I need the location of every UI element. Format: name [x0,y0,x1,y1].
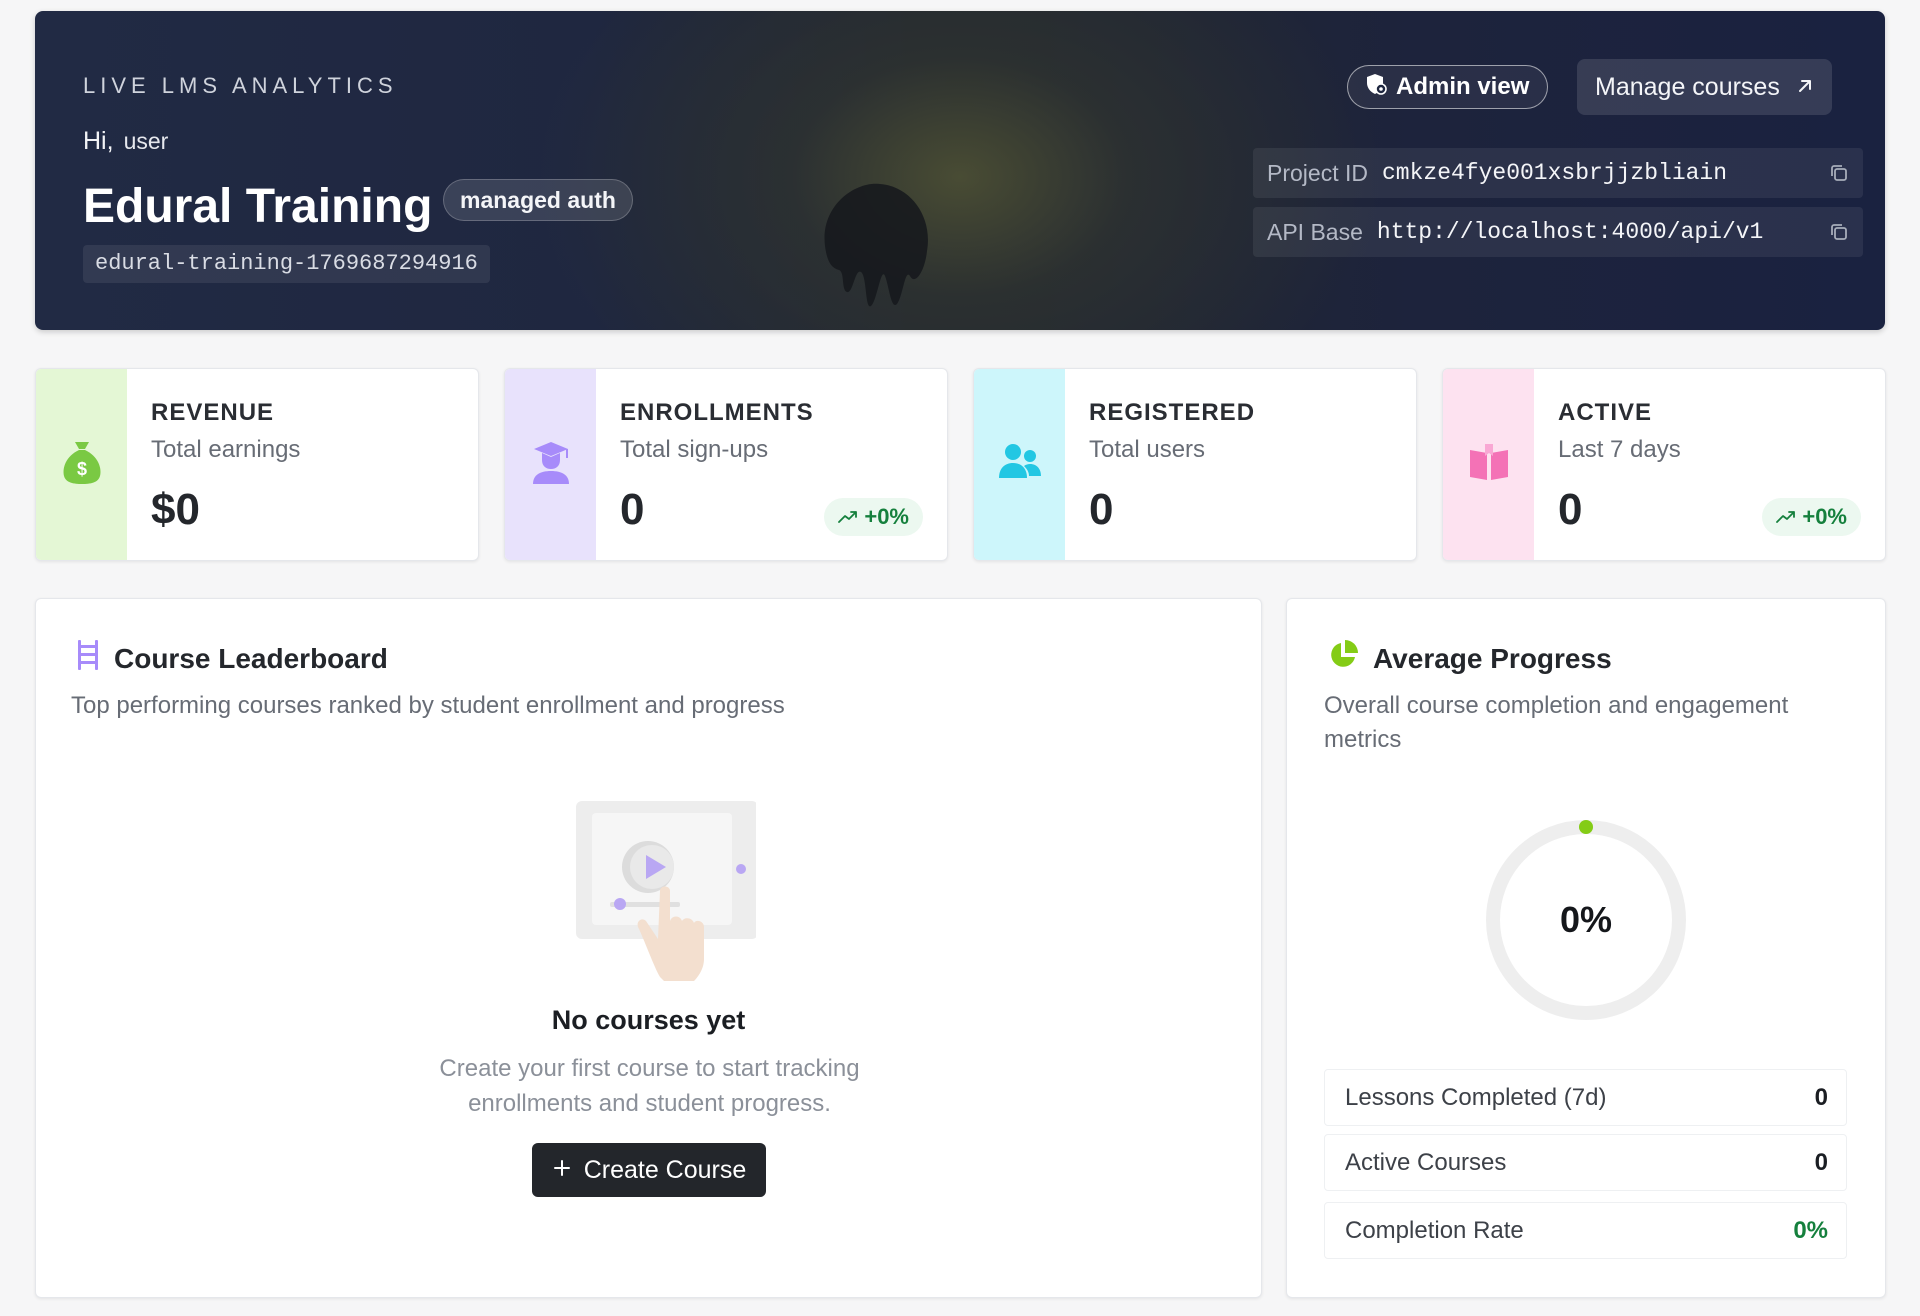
manage-courses-button[interactable]: Manage courses [1577,59,1832,115]
progress-header: Average Progress [1327,639,1612,678]
trend-badge: +0% [1762,498,1861,536]
trend-badge: +0% [824,498,923,536]
stat-value: 0 [1089,485,1114,534]
manage-courses-label: Manage courses [1595,72,1780,101]
admin-view-label: Admin view [1396,73,1530,100]
progress-title: Average Progress [1373,642,1612,674]
users-icon [998,442,1042,487]
metric-row: Completion Rate 0% [1324,1202,1847,1259]
stat-band: $ [36,369,127,560]
trend-value: +0% [1802,504,1847,529]
metric-value: 0 [1814,1148,1828,1176]
project-id-label: Project ID [1267,159,1368,186]
trend-value: +0% [864,504,909,529]
stat-title: ENROLLMENTS [620,399,814,426]
empty-state-title: No courses yet [551,1005,746,1035]
leaderboard-header: Course Leaderboard [76,639,388,678]
stat-card-revenue: $ REVENUE Total earnings $0 [35,368,479,561]
stat-subtitle: Total users [1089,436,1206,463]
shield-icon [1364,72,1388,103]
create-course-button[interactable]: Create Course [532,1143,766,1197]
metric-label: Completion Rate [1345,1216,1524,1244]
book-icon [1468,442,1510,487]
api-base-label: API Base [1267,218,1363,245]
empty-courses-illustration [556,799,758,984]
ladder-icon [76,639,100,678]
stat-title: REGISTERED [1089,399,1256,426]
auth-badge: managed auth [443,179,633,221]
metric-label: Lessons Completed (7d) [1345,1083,1607,1111]
copy-icon[interactable] [1829,163,1849,183]
stat-value: 0 [1558,485,1583,534]
course-leaderboard-panel: Course Leaderboard Top performing course… [35,598,1262,1298]
stat-card-registered: REGISTERED Total users 0 [973,368,1417,561]
project-id-value: cmkze4fye001xsbrjjzbliain [1381,160,1728,186]
hero-kicker: LIVE LMS ANALYTICS [83,73,398,98]
stat-subtitle: Total sign-ups [620,436,769,463]
greeting-text: Hi, [83,127,114,155]
stat-card-active: ACTIVE Last 7 days 0 +0% [1442,368,1886,561]
progress-description: Overall course completion and engagement… [1324,692,1789,753]
admin-view-button[interactable]: Admin view [1347,65,1549,109]
leaderboard-description: Top performing courses ranked by student… [71,692,785,719]
project-title: Edural Training [83,180,433,233]
stat-title: REVENUE [151,399,275,426]
money-bag-icon: $ [60,438,104,491]
stat-subtitle: Total earnings [151,436,301,463]
api-base-value: http://localhost:4000/api/v1 [1376,219,1764,245]
pie-chart-icon [1327,639,1359,678]
stat-subtitle: Last 7 days [1558,436,1681,463]
api-base-row: API Base http://localhost:4000/api/v1 [1253,207,1863,257]
stat-value: 0 [620,485,645,534]
project-id-row: Project ID cmkze4fye001xsbrjjzbliain [1253,148,1863,198]
graduate-icon [530,440,572,489]
leaderboard-title: Course Leaderboard [114,642,388,674]
empty-state-text: Create your first course to start tracki… [439,1055,860,1117]
username: user [123,128,169,154]
stat-band [1443,369,1534,560]
stat-card-enrollments: ENROLLMENTS Total sign-ups 0 +0% [504,368,948,561]
trending-up-icon [1776,504,1796,530]
stat-band [505,369,596,560]
copy-icon[interactable] [1829,222,1849,242]
metric-value: 0 [1814,1083,1828,1111]
plus-icon [552,1156,572,1185]
project-slug: edural-training-1769687294916 [83,245,490,283]
stat-title: ACTIVE [1558,399,1653,426]
metric-row: Lessons Completed (7d) 0 [1324,1069,1847,1126]
progress-percent: 0% [1559,899,1613,940]
stat-band [974,369,1065,560]
hero-banner: LIVE LMS ANALYTICS Hi, user Edural Traini… [35,11,1885,330]
average-progress-panel: Average Progress Overall course completi… [1286,598,1886,1298]
greeting: Hi, user [83,127,168,156]
stat-value: $0 [151,485,200,534]
svg-text:$: $ [76,459,86,479]
create-course-label: Create Course [583,1155,747,1184]
trending-up-icon [838,504,858,530]
metric-value: 0% [1793,1216,1828,1244]
metric-label: Active Courses [1345,1148,1507,1176]
decorative-blob-icon [824,183,928,307]
metric-row: Active Courses 0 [1324,1134,1847,1191]
external-link-icon [1796,73,1814,102]
